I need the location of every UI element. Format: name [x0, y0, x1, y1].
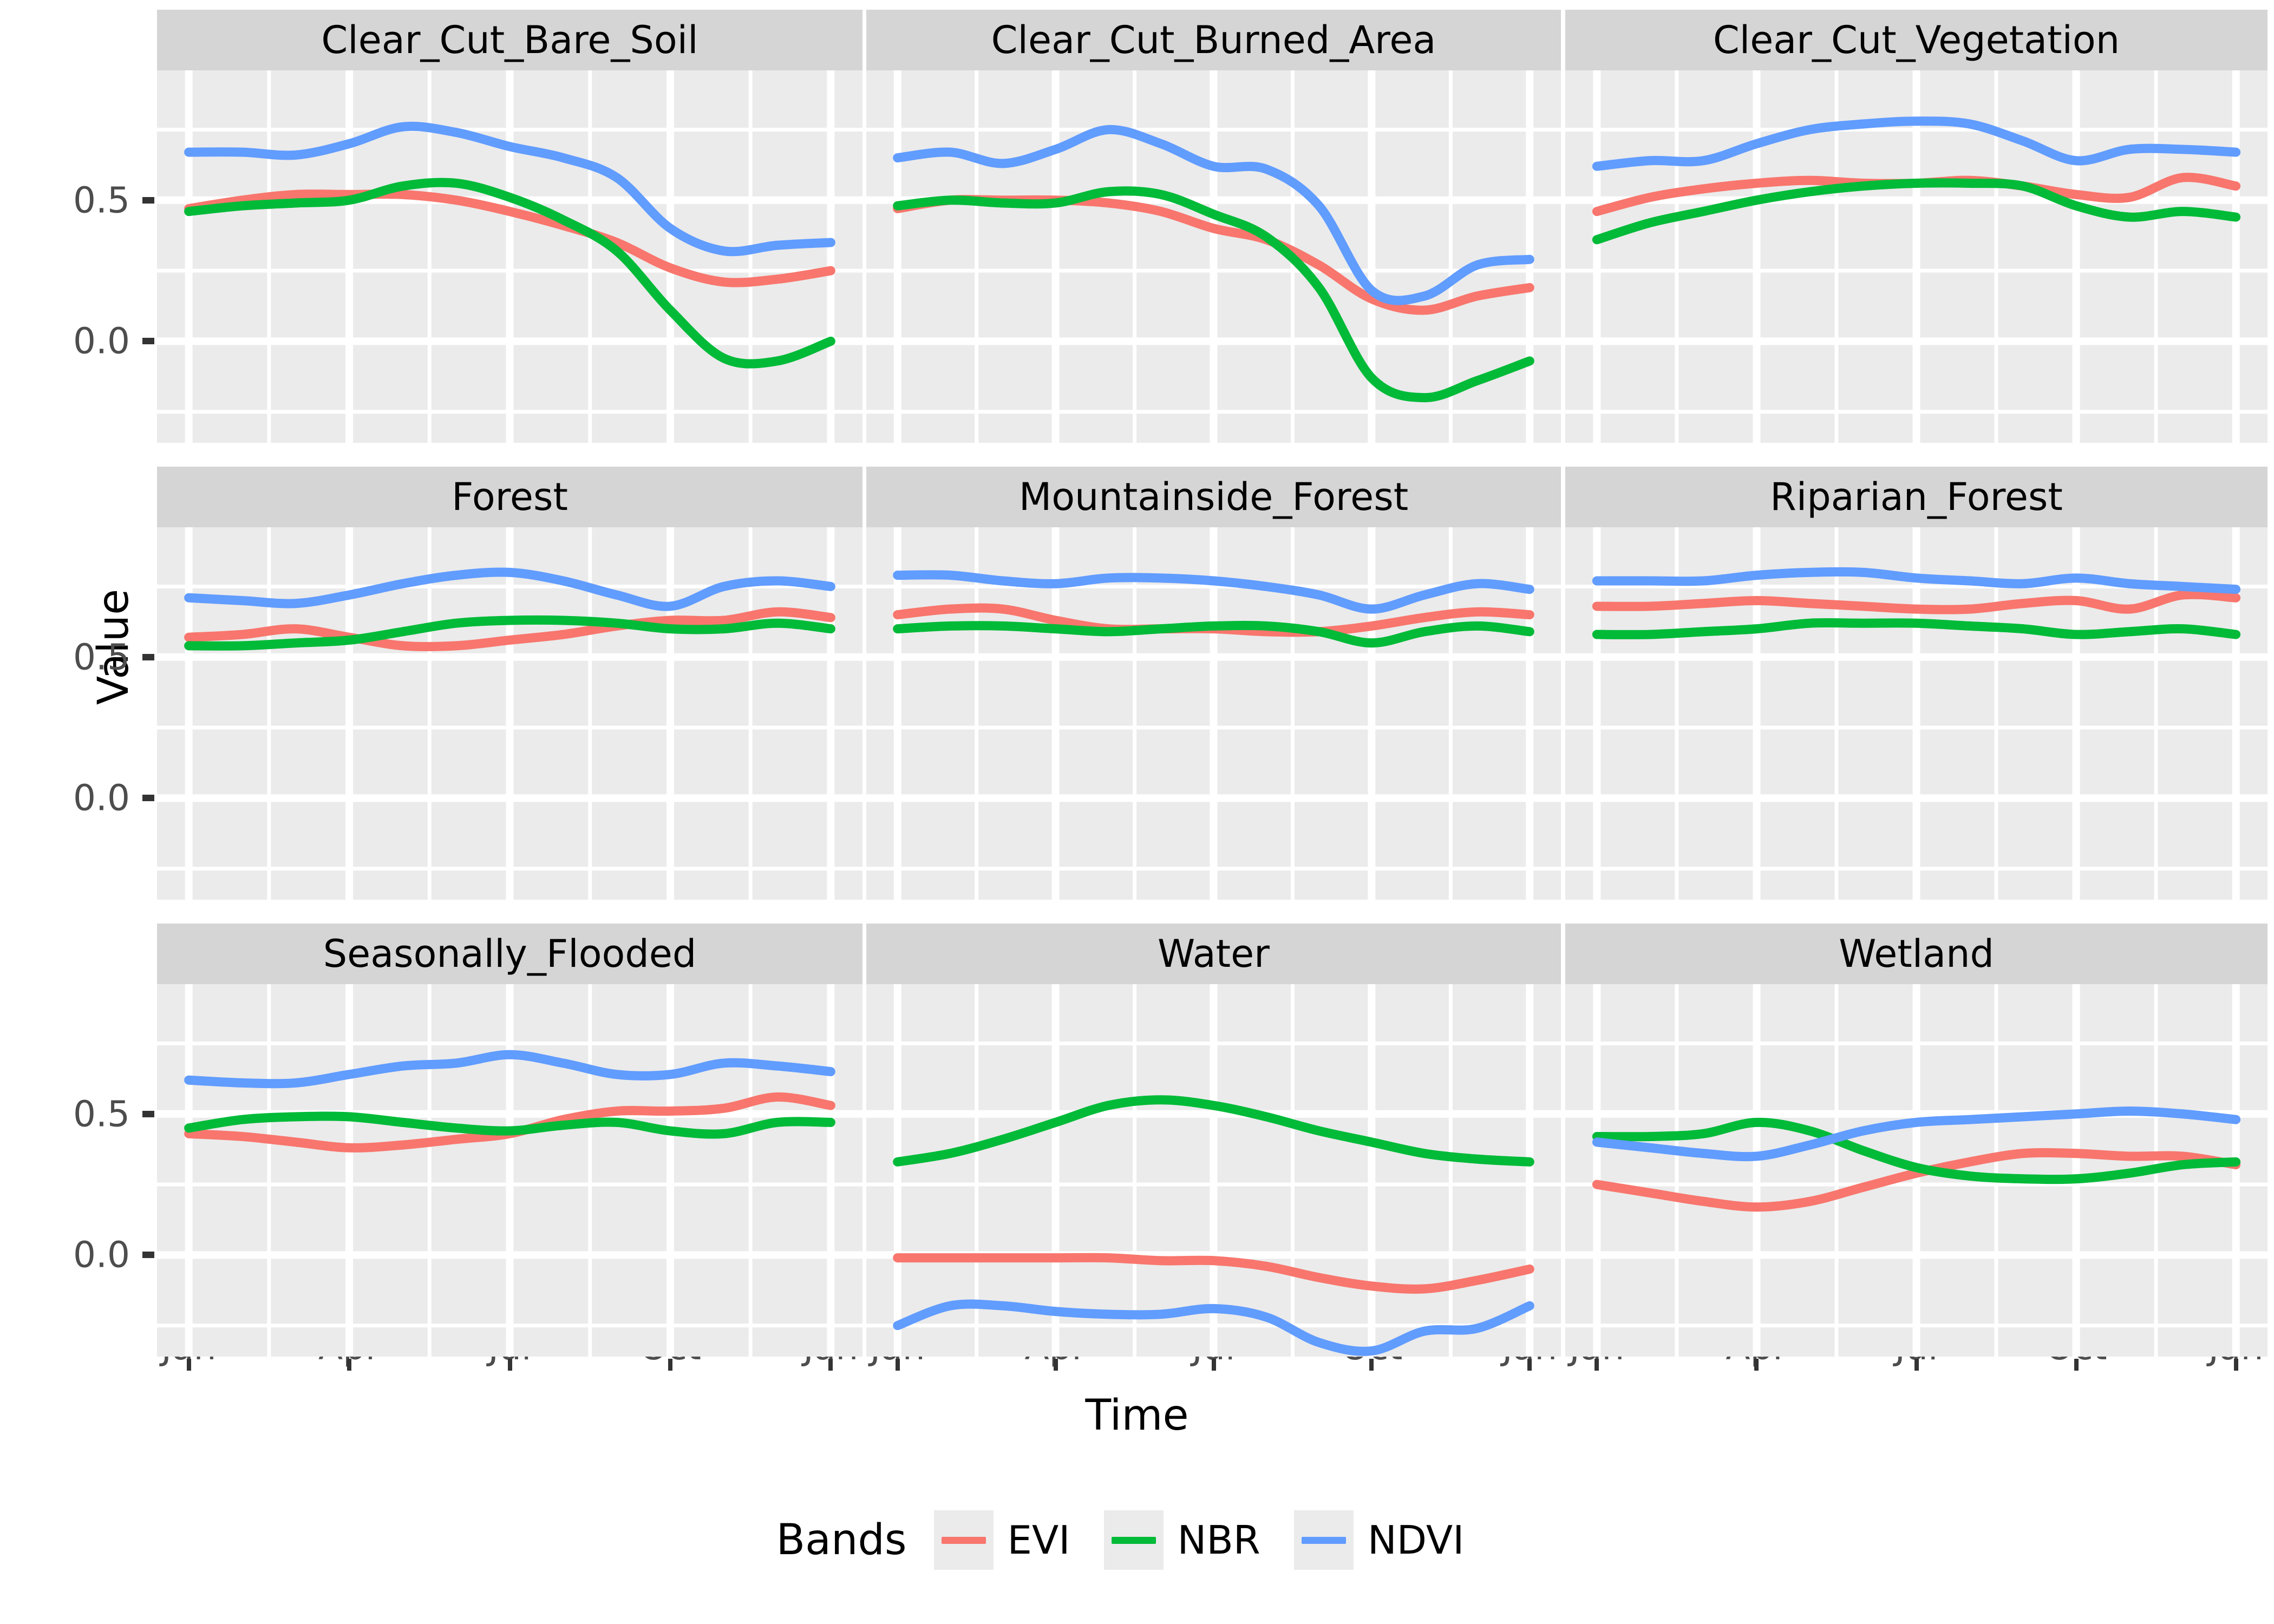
facet-panel-clear_cut_vegetation	[1565, 70, 2268, 443]
x-tick-mark	[668, 1359, 672, 1371]
facet-strip-clear_cut_bare_soil: Clear_Cut_Bare_Soil	[157, 10, 862, 70]
x-tick-mark	[1527, 1359, 1532, 1371]
legend: Bands EVI NBR NDVI	[0, 1510, 2274, 1570]
facet-strip-label: Seasonally_Flooded	[323, 932, 697, 976]
legend-key-swatch	[1103, 1510, 1164, 1570]
gridlines	[1565, 70, 2268, 443]
facet-strip-label: Wetland	[1839, 932, 1994, 976]
legend-line-ndvi	[1301, 1536, 1346, 1544]
gridlines	[157, 70, 862, 443]
x-tick-mark	[2074, 1359, 2079, 1371]
facet-strip-mountainside_forest: Mountainside_Forest	[866, 467, 1561, 527]
legend-item-evi[interactable]: EVI	[933, 1510, 1104, 1570]
facet-panel-water	[866, 984, 1561, 1357]
y-tick-mark	[142, 795, 154, 802]
x-tick-mark	[347, 1359, 352, 1371]
facet-strip-label: Forest	[452, 475, 568, 519]
y-tick-mark	[142, 653, 154, 660]
facet-strip-clear_cut_vegetation: Clear_Cut_Vegetation	[1565, 10, 2268, 70]
x-tick-mark	[1754, 1359, 1759, 1371]
facet-strip-label: Clear_Cut_Vegetation	[1713, 18, 2120, 62]
x-tick-mark	[1211, 1359, 1216, 1371]
y-tick-label: 0.5	[73, 179, 130, 221]
y-tick-label: 0.0	[73, 1234, 130, 1276]
y-tick-label: 0.5	[73, 1093, 130, 1135]
y-tick-mark	[142, 338, 154, 345]
x-tick-mark	[507, 1359, 512, 1371]
y-tick-label: 0.0	[73, 777, 130, 819]
facet-strip-label: Clear_Cut_Burned_Area	[991, 18, 1436, 62]
facet-panel-forest	[157, 527, 862, 900]
facet-strip-label: Water	[1158, 932, 1270, 976]
facet-strip-label: Riparian_Forest	[1770, 475, 2063, 519]
legend-key-swatch	[933, 1510, 994, 1570]
facet-strip-water: Water	[866, 924, 1561, 984]
y-tick-mark	[142, 197, 154, 204]
x-axis-title: Time	[1085, 1391, 1189, 1440]
x-tick-mark	[2233, 1359, 2238, 1371]
legend-title: Bands	[776, 1516, 907, 1564]
legend-items: EVI NBR NDVI	[933, 1510, 1498, 1570]
x-tick-mark	[1595, 1359, 1599, 1371]
legend-label: NDVI	[1367, 1517, 1465, 1563]
legend-line-evi	[941, 1536, 986, 1544]
x-tick-mark	[828, 1359, 833, 1371]
facet-panel-clear_cut_burned_area	[866, 70, 1561, 443]
facet-panel-mountainside_forest	[866, 527, 1561, 900]
plot-canvas: Value Time 0.50.00.50.00.50.0 JanAprJulO…	[0, 0, 2274, 1624]
x-tick-mark	[895, 1359, 900, 1371]
facet-panel-wetland	[1565, 984, 2268, 1357]
legend-label: EVI	[1007, 1517, 1070, 1563]
facet-strip-seasonally_flooded: Seasonally_Flooded	[157, 924, 862, 984]
y-tick-mark	[142, 1252, 154, 1259]
x-tick-mark	[1369, 1359, 1374, 1371]
x-tick-mark	[1914, 1359, 1919, 1371]
legend-line-nbr	[1111, 1536, 1156, 1544]
facet-strip-label: Mountainside_Forest	[1018, 475, 1409, 519]
legend-key-swatch	[1293, 1510, 1354, 1570]
facet-panel-seasonally_flooded	[157, 984, 862, 1357]
facet-strip-riparian_forest: Riparian_Forest	[1565, 467, 2268, 527]
legend-item-nbr[interactable]: NBR	[1103, 1510, 1294, 1570]
y-tick-label: 0.0	[73, 320, 130, 362]
facet-panel-clear_cut_bare_soil	[157, 70, 862, 443]
gridlines	[157, 984, 862, 1357]
facet-panel-riparian_forest	[1565, 527, 2268, 900]
legend-label: NBR	[1177, 1517, 1260, 1563]
x-tick-mark	[1053, 1359, 1058, 1371]
facet-strip-clear_cut_burned_area: Clear_Cut_Burned_Area	[866, 10, 1561, 70]
y-tick-mark	[142, 1110, 154, 1117]
y-tick-label: 0.5	[73, 636, 130, 678]
facet-strip-wetland: Wetland	[1565, 924, 2268, 984]
legend-item-ndvi[interactable]: NDVI	[1293, 1510, 1498, 1570]
facet-strip-label: Clear_Cut_Bare_Soil	[321, 18, 698, 62]
facet-strip-forest: Forest	[157, 467, 862, 527]
x-tick-mark	[186, 1359, 191, 1371]
